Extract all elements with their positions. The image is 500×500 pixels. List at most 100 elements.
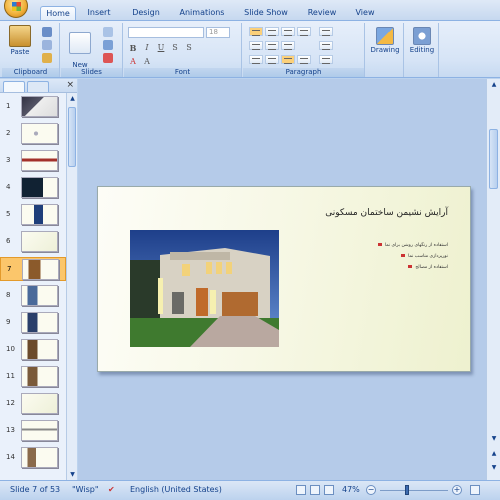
scroll-up-icon[interactable]: ▲ [489, 80, 499, 90]
thumbnail-7[interactable]: 7 [0, 257, 66, 281]
slides-tab[interactable] [3, 81, 25, 92]
thumbnail-1[interactable]: 1 [0, 95, 66, 119]
thumbnail-number: 12 [6, 399, 15, 407]
paste-button[interactable]: Paste [6, 25, 34, 56]
slide-show-icon[interactable] [324, 485, 334, 495]
shadow-button[interactable]: S [184, 43, 194, 53]
rtl-button[interactable] [249, 41, 263, 50]
scroll-thumb[interactable] [489, 129, 498, 189]
bullet-item[interactable]: استفاده از رنگهای روشن برای نما [378, 243, 448, 248]
align-text-button[interactable] [319, 41, 333, 50]
format-painter-icon[interactable] [42, 53, 52, 63]
increase-indent-button[interactable] [297, 27, 311, 36]
slides-group: New Slide Slides [61, 23, 123, 77]
zoom-slider[interactable] [380, 490, 448, 491]
drawing-button[interactable]: Drawing [368, 27, 402, 54]
thumbnail-6[interactable]: 6 [0, 230, 66, 254]
copy-icon[interactable] [42, 40, 52, 50]
ribbon: Paste Clipboard New Slide Slides 18 B I … [0, 20, 500, 78]
tab-animations[interactable]: Animations [176, 6, 228, 20]
close-icon[interactable]: × [66, 80, 74, 90]
scroll-down-icon[interactable]: ▼ [489, 434, 499, 444]
workspace-scrollbar[interactable]: ▲ ▼ ▲ ▼ [486, 79, 500, 480]
paste-label: Paste [10, 48, 30, 56]
thumbnail-number: 2 [6, 129, 11, 137]
fit-to-window-icon[interactable] [470, 485, 480, 495]
thumbnail-12[interactable]: 12 [0, 392, 66, 416]
tab-review[interactable]: Review [304, 6, 340, 20]
font-name-combo[interactable] [128, 27, 204, 38]
tab-insert[interactable]: Insert [84, 6, 114, 20]
thumbnail-2[interactable]: 2 [0, 122, 66, 146]
paragraph-group: Paragraph [243, 23, 365, 77]
center-button[interactable] [265, 55, 279, 64]
zoom-slider-handle[interactable] [405, 485, 409, 495]
font-label: Font [124, 68, 241, 77]
thumbnail-5[interactable]: 5 [0, 203, 66, 227]
thumbnail-13[interactable]: 13 [0, 419, 66, 443]
align-left-button[interactable] [249, 55, 263, 64]
previous-slide-icon[interactable]: ▲ [489, 449, 499, 459]
layout-icon[interactable] [103, 27, 113, 37]
cut-icon[interactable] [42, 27, 52, 37]
font-color-button[interactable]: A [128, 57, 138, 67]
ltr-button[interactable] [265, 41, 279, 50]
thumbnail-3[interactable]: 3 [0, 149, 66, 173]
normal-view-icon[interactable] [296, 485, 306, 495]
thumbnail-8[interactable]: 8 [0, 284, 66, 308]
house-photo[interactable] [130, 230, 279, 347]
thumbnail-4[interactable]: 4 [0, 176, 66, 200]
clipboard-label: Clipboard [2, 68, 59, 77]
spellcheck-icon[interactable]: ✔ [108, 485, 115, 494]
tab-design[interactable]: Design [128, 6, 164, 20]
text-direction-button[interactable] [319, 27, 333, 36]
current-slide[interactable]: آرایش نشیمن ساختمان مسکونی استفاده از رن… [97, 186, 471, 372]
delete-slide-icon[interactable] [103, 53, 113, 63]
columns-button[interactable] [281, 41, 295, 50]
office-button[interactable] [4, 0, 28, 18]
tab-home[interactable]: Home [40, 6, 76, 20]
bold-button[interactable]: B [128, 43, 138, 53]
zoom-in-icon[interactable]: + [452, 485, 462, 495]
next-slide-icon[interactable]: ▼ [489, 463, 499, 473]
thumbnail-10[interactable]: 10 [0, 338, 66, 362]
tab-slide-show[interactable]: Slide Show [240, 6, 292, 20]
language-indicator[interactable]: English (United States) [130, 485, 222, 494]
thumbnail-number: 11 [6, 372, 15, 380]
slide-sorter-icon[interactable] [310, 485, 320, 495]
thumbnail-9[interactable]: 9 [0, 311, 66, 335]
zoom-out-icon[interactable]: − [366, 485, 376, 495]
italic-button[interactable]: I [142, 43, 152, 53]
font-size-combo[interactable]: 18 [206, 27, 230, 38]
zoom-level[interactable]: 47% [342, 485, 360, 494]
editing-group: Editing [405, 23, 439, 77]
smartart-button[interactable] [319, 55, 333, 64]
scroll-down-icon[interactable]: ▼ [68, 470, 77, 479]
thumbnail-14[interactable]: 14 [0, 446, 66, 470]
bullet-item[interactable]: استفاده از مصالح [408, 265, 448, 270]
thumbnail-number: 8 [6, 291, 11, 299]
underline-button[interactable]: U [156, 43, 166, 53]
tab-view[interactable]: View [350, 6, 380, 20]
shapes-icon [376, 27, 394, 45]
bullet-item[interactable]: نورپردازی مناسب نما [401, 254, 448, 259]
strikethrough-button[interactable]: S [170, 43, 180, 53]
outline-tab[interactable] [27, 81, 49, 92]
scroll-up-icon[interactable]: ▲ [68, 94, 77, 103]
char-spacing-button[interactable]: A [142, 57, 152, 67]
thumbnail-scrollbar[interactable]: ▲ ▼ [66, 93, 77, 480]
new-slide-icon [69, 32, 91, 54]
scroll-thumb[interactable] [68, 107, 76, 167]
numbering-button[interactable] [265, 27, 279, 36]
thumbnail-list: 1 2 3 4 5 6 7 8 9 10 11 12 13 14 [0, 95, 66, 479]
editing-button[interactable]: Editing [407, 27, 437, 54]
justify-button[interactable] [297, 55, 311, 64]
binoculars-icon [413, 27, 431, 45]
bullets-button[interactable] [249, 27, 263, 36]
slide-title[interactable]: آرایش نشیمن ساختمان مسکونی [325, 208, 448, 218]
status-bar: Slide 7 of 53 "Wisp" ✔ English (United S… [0, 480, 500, 500]
decrease-indent-button[interactable] [281, 27, 295, 36]
align-right-button[interactable] [281, 55, 295, 64]
thumbnail-11[interactable]: 11 [0, 365, 66, 389]
reset-icon[interactable] [103, 40, 113, 50]
